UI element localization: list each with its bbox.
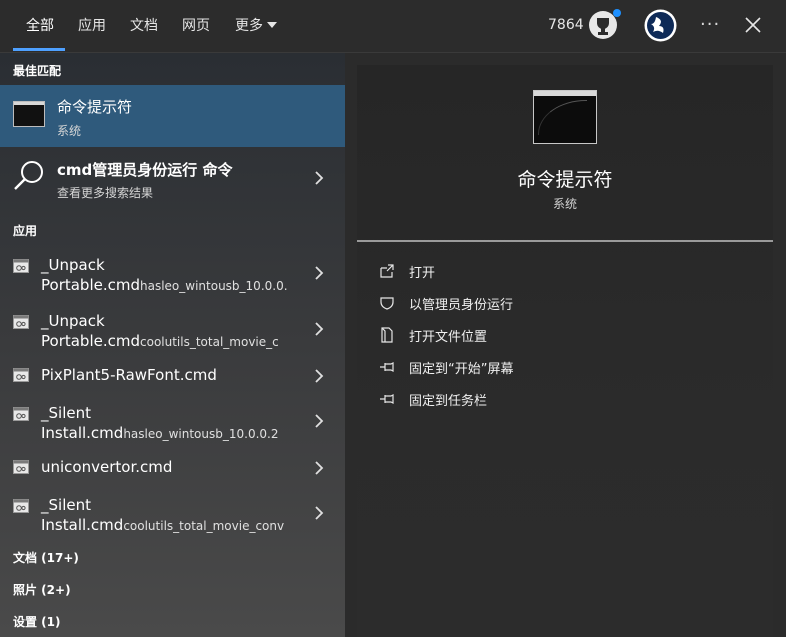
command-prompt-icon xyxy=(13,101,45,127)
app-result-line1: _Silent xyxy=(41,496,91,514)
chevron-right-icon[interactable] xyxy=(314,266,324,280)
notification-dot xyxy=(613,9,621,17)
tab-documents[interactable]: 文档 xyxy=(130,17,158,35)
web-search-item[interactable]: cmd管理员身份运行 命令 查看更多搜索结果 xyxy=(0,149,345,207)
preview-title: 命令提示符 xyxy=(517,169,613,191)
rewards-points[interactable]: 7864 xyxy=(548,17,584,33)
action-open-file-location-label: 打开文件位置 xyxy=(409,330,488,345)
cmd-file-icon xyxy=(13,499,29,513)
app-result-path: hasleo_wintousb_10.0.0. xyxy=(140,279,288,293)
app-result-line2: Portable.cmdcoolutils_total_movie_c xyxy=(41,332,279,350)
action-run-as-admin-label: 以管理员身份运行 xyxy=(409,298,514,313)
app-result-filename: Portable.cmd xyxy=(41,332,140,350)
web-search-subtitle: 查看更多搜索结果 xyxy=(57,186,154,200)
app-result-path: coolutils_total_movie_conv xyxy=(123,519,285,533)
file-location-icon xyxy=(381,327,393,343)
search-icon xyxy=(14,161,43,190)
best-match-item[interactable]: 命令提示符 系统 xyxy=(0,85,345,147)
app-result-item[interactable]: PixPlant5-RawFont.cmd xyxy=(0,361,345,391)
preview-panel: 命令提示符 系统 打开 以管理员身份运行 打开文件位置 固定到“开始”屏幕 固定… xyxy=(357,65,773,637)
cmd-file-icon xyxy=(13,460,29,474)
action-pin-to-start-label: 固定到“开始”屏幕 xyxy=(409,362,514,377)
app-result-line1: _Unpack xyxy=(41,256,105,274)
app-result-item[interactable]: _Unpack Portable.cmdhasleo_wintousb_10.0… xyxy=(0,249,345,301)
chevron-right-icon[interactable] xyxy=(314,414,324,428)
app-result-item[interactable]: _Unpack Portable.cmdcoolutils_total_movi… xyxy=(0,305,345,357)
cmd-file-icon xyxy=(13,407,29,421)
tab-web[interactable]: 网页 xyxy=(182,17,210,35)
app-result-item[interactable]: uniconvertor.cmd xyxy=(0,453,345,483)
chevron-right-icon[interactable] xyxy=(314,322,324,336)
preview-divider xyxy=(357,240,773,242)
web-search-title: cmd管理员身份运行 命令 xyxy=(57,161,233,179)
app-result-line2: Portable.cmdhasleo_wintousb_10.0.0. xyxy=(41,276,288,294)
shield-icon xyxy=(380,297,394,310)
app-result-line2: Install.cmdhasleo_wintousb_10.0.0.2 xyxy=(41,424,278,442)
app-result-filename: Install.cmd xyxy=(41,516,124,534)
cmd-file-icon xyxy=(13,315,29,329)
chevron-right-icon[interactable] xyxy=(314,461,324,475)
open-icon xyxy=(380,264,394,278)
app-result-line1: uniconvertor.cmd xyxy=(41,458,173,476)
top-bar: 全部 应用 文档 网页 更多 7864 ··· xyxy=(0,0,786,53)
results-panel: 最佳匹配 命令提示符 系统 cmd管理员身份运行 命令 查看更多搜索结果 应用 … xyxy=(0,53,345,637)
action-open-label: 打开 xyxy=(409,266,436,281)
section-best-match: 最佳匹配 xyxy=(13,64,62,78)
section-photos[interactable]: 照片 (2+) xyxy=(13,581,71,598)
cmd-file-icon xyxy=(13,368,29,382)
app-result-line1: PixPlant5-RawFont.cmd xyxy=(41,366,217,384)
active-tab-indicator xyxy=(13,48,65,51)
user-avatar[interactable] xyxy=(644,9,677,42)
app-result-item[interactable]: _Silent Install.cmdhasleo_wintousb_10.0.… xyxy=(0,397,345,449)
cmd-file-icon xyxy=(13,259,29,273)
command-prompt-large-icon xyxy=(533,90,597,144)
pin-icon xyxy=(380,362,394,372)
tab-all[interactable]: 全部 xyxy=(26,17,54,35)
section-documents[interactable]: 文档 (17+) xyxy=(13,549,79,566)
app-result-line2: Install.cmdcoolutils_total_movie_conv xyxy=(41,516,284,534)
app-result-line1: _Silent xyxy=(41,404,91,422)
app-result-filename: Portable.cmd xyxy=(41,276,140,294)
tab-more[interactable]: 更多 xyxy=(235,17,277,35)
more-options-icon[interactable]: ··· xyxy=(700,14,720,35)
action-pin-to-taskbar-label: 固定到任务栏 xyxy=(409,394,488,409)
app-result-path: coolutils_total_movie_c xyxy=(140,335,279,349)
app-result-filename: Install.cmd xyxy=(41,424,124,442)
section-settings[interactable]: 设置 (1) xyxy=(13,613,61,630)
app-result-line1: _Unpack xyxy=(41,312,105,330)
tab-apps[interactable]: 应用 xyxy=(78,17,106,35)
close-icon[interactable] xyxy=(744,16,762,34)
section-apps: 应用 xyxy=(13,224,38,238)
chevron-right-icon[interactable] xyxy=(314,506,324,520)
best-match-title: 命令提示符 xyxy=(57,98,133,116)
chevron-right-icon[interactable] xyxy=(314,369,324,383)
pin-icon xyxy=(380,394,394,404)
preview-subtitle: 系统 xyxy=(552,197,577,211)
app-result-path: hasleo_wintousb_10.0.0.2 xyxy=(123,427,279,441)
chevron-down-icon xyxy=(267,22,277,28)
best-match-subtitle: 系统 xyxy=(57,124,82,138)
chevron-right-icon[interactable] xyxy=(314,171,324,185)
app-result-item[interactable]: _Silent Install.cmdcoolutils_total_movie… xyxy=(0,489,345,541)
tab-more-label: 更多 xyxy=(235,18,263,34)
